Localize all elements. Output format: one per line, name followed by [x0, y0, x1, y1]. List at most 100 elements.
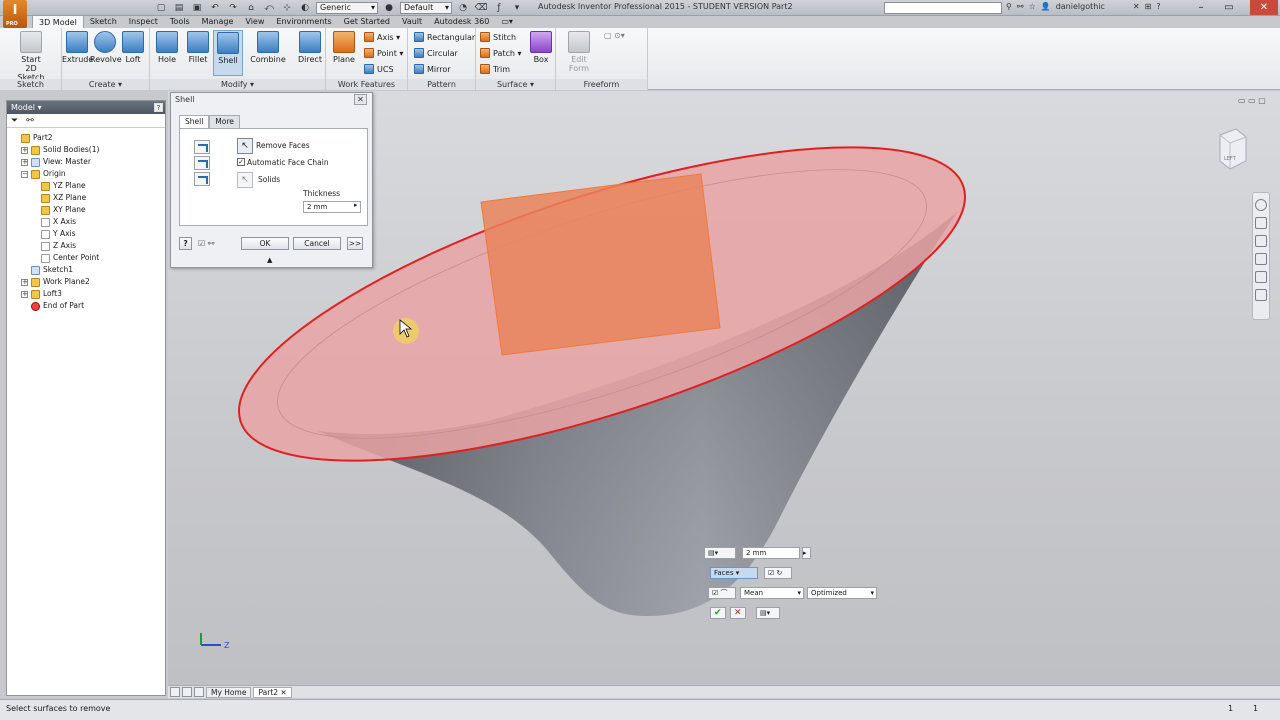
- pan-icon[interactable]: [1255, 217, 1267, 229]
- binoculars-icon[interactable]: ⚯: [1017, 2, 1024, 11]
- ok-button[interactable]: OK: [241, 237, 289, 250]
- user-icon[interactable]: 👤: [1041, 2, 1051, 11]
- combine-button[interactable]: Combine: [250, 30, 286, 64]
- plane-button[interactable]: Plane: [329, 30, 359, 64]
- mini-cancel-button[interactable]: ✕: [730, 607, 746, 619]
- tree-node[interactable]: Z Axis: [7, 240, 165, 252]
- tree-expand-icon[interactable]: −: [21, 170, 28, 178]
- steering-wheel-icon[interactable]: [1255, 199, 1267, 211]
- tab-inspect[interactable]: Inspect: [123, 15, 164, 28]
- tree-node[interactable]: Y Axis: [7, 228, 165, 240]
- more-options-button[interactable]: >>: [347, 237, 363, 250]
- mini-quality-select[interactable]: Optimized ▾: [807, 587, 877, 599]
- tab-sketch[interactable]: Sketch: [84, 15, 123, 28]
- mini-thickness-input[interactable]: 2 mm: [742, 547, 800, 559]
- preview-glasses-icon[interactable]: ☑ ⚯: [198, 239, 214, 248]
- search-icon[interactable]: ⚲: [1006, 2, 1012, 11]
- cart-icon[interactable]: ⊞: [1145, 2, 1152, 11]
- freeform-tools-icon[interactable]: ▢ ⊙▾: [604, 31, 625, 40]
- highlighted-face[interactable]: [480, 173, 721, 356]
- tree-node[interactable]: + Work Plane2: [7, 276, 165, 288]
- dialog-title-bar[interactable]: Shell ✕: [171, 93, 372, 107]
- fillet-button[interactable]: Fillet: [183, 30, 213, 64]
- circular-pattern-button[interactable]: Circular: [414, 48, 458, 58]
- tree-node[interactable]: Center Point: [7, 252, 165, 264]
- shell-button[interactable]: Shell: [213, 30, 243, 76]
- browser-title[interactable]: Model ▾: [11, 103, 42, 112]
- tree-expand-icon[interactable]: +: [21, 158, 28, 166]
- mini-direction-button[interactable]: ▤▾: [704, 547, 736, 559]
- mini-thickness-arrow[interactable]: ▸: [802, 547, 811, 559]
- minimize-button[interactable]: –: [1190, 0, 1212, 15]
- viewport-window-controls[interactable]: ▭ ▭ ▢: [1238, 96, 1266, 105]
- tab-3d-model[interactable]: 3D Model: [32, 15, 84, 28]
- mini-face-chain-toggle[interactable]: ☑ ↻: [764, 567, 792, 579]
- clear-icon[interactable]: ⌫: [474, 2, 488, 14]
- tab-manage[interactable]: Manage: [196, 15, 240, 28]
- appearance-select[interactable]: Default: [400, 2, 452, 14]
- maximize-button[interactable]: ▭: [1218, 0, 1240, 15]
- thickness-input[interactable]: 2 mm: [303, 201, 361, 213]
- zoom-icon[interactable]: [1255, 235, 1267, 247]
- trim-button[interactable]: Trim: [480, 64, 510, 74]
- tab-environments[interactable]: Environments: [270, 15, 337, 28]
- loft-button[interactable]: Loft: [118, 30, 148, 64]
- filter-icon[interactable]: ⏷: [11, 116, 18, 126]
- cancel-button[interactable]: Cancel: [293, 237, 341, 250]
- axis-button[interactable]: Axis ▾: [364, 32, 400, 42]
- tree-node[interactable]: + View: Master: [7, 156, 165, 168]
- close-button[interactable]: ✕: [1250, 0, 1278, 15]
- redo-icon[interactable]: ↷: [226, 2, 240, 14]
- browser-help-icon[interactable]: ?: [154, 103, 163, 112]
- help-icon[interactable]: ?: [1156, 2, 1160, 11]
- stitch-button[interactable]: Stitch: [480, 32, 516, 42]
- point-button[interactable]: Point ▾: [364, 48, 403, 58]
- automatic-face-chain-checkbox[interactable]: ✓: [237, 158, 245, 166]
- more-icon[interactable]: ▾: [510, 2, 524, 14]
- tab-autodesk-360[interactable]: Autodesk 360: [428, 15, 495, 28]
- tree-node[interactable]: XZ Plane: [7, 192, 165, 204]
- fx-icon[interactable]: ƒ: [492, 2, 506, 14]
- tree-node[interactable]: Part2: [7, 132, 165, 144]
- extrude-button[interactable]: Extrude: [62, 30, 93, 64]
- nav-more-icon[interactable]: [1255, 289, 1267, 301]
- hole-button[interactable]: Hole: [152, 30, 182, 64]
- dialog-collapse-icon[interactable]: ▲: [267, 256, 272, 264]
- direction-both-icon[interactable]: [194, 172, 210, 186]
- tab-shell[interactable]: Shell: [179, 115, 210, 128]
- tree-node[interactable]: − Origin: [7, 168, 165, 180]
- find-binoculars-icon[interactable]: ⚯: [26, 116, 34, 126]
- mini-faces-button[interactable]: Faces ▾: [710, 567, 758, 579]
- tab-get-started[interactable]: Get Started: [338, 15, 396, 28]
- save-icon[interactable]: ▣: [190, 2, 204, 14]
- tab-vault[interactable]: Vault: [396, 15, 428, 28]
- select-icon[interactable]: ⊹: [280, 2, 294, 14]
- patch-button[interactable]: Patch ▾: [480, 48, 522, 58]
- tree-expand-icon[interactable]: +: [21, 290, 28, 298]
- material-select[interactable]: Generic: [316, 2, 378, 14]
- revolve-button[interactable]: Revolve: [90, 30, 122, 64]
- direction-outside-icon[interactable]: [194, 156, 210, 170]
- tile-windows-icon[interactable]: [170, 687, 180, 697]
- tree-node[interactable]: End of Part: [7, 300, 165, 312]
- star-icon[interactable]: ☆: [1029, 2, 1036, 11]
- edit-form-button[interactable]: Edit Form: [564, 30, 594, 73]
- box-button[interactable]: Box: [526, 30, 556, 64]
- doc-tab-close-icon[interactable]: ✕: [280, 688, 286, 697]
- home-icon[interactable]: ⌂: [244, 2, 258, 14]
- doc-tab-my-home[interactable]: My Home: [206, 686, 252, 698]
- solids-select-button[interactable]: ↖: [237, 172, 253, 188]
- thickness-arrow-icon[interactable]: ▸: [354, 201, 358, 209]
- new-icon[interactable]: ▢: [154, 2, 168, 14]
- ribbon-toggle-icon[interactable]: ▭▾: [495, 15, 519, 28]
- exchange-icon[interactable]: ✕: [1133, 2, 1140, 11]
- orbit-icon[interactable]: [1255, 253, 1267, 265]
- mini-check-toggle[interactable]: ☑ ⌒: [708, 587, 736, 599]
- tree-node[interactable]: Sketch1: [7, 264, 165, 276]
- tab-tools[interactable]: Tools: [164, 15, 196, 28]
- tree-node[interactable]: YZ Plane: [7, 180, 165, 192]
- start-2d-sketch-button[interactable]: Start 2D Sketch: [14, 30, 48, 82]
- doc-tab-part2[interactable]: Part2 ✕: [253, 686, 292, 698]
- mini-method-select[interactable]: Mean ▾: [740, 587, 804, 599]
- undo-icon[interactable]: ↶: [208, 2, 222, 14]
